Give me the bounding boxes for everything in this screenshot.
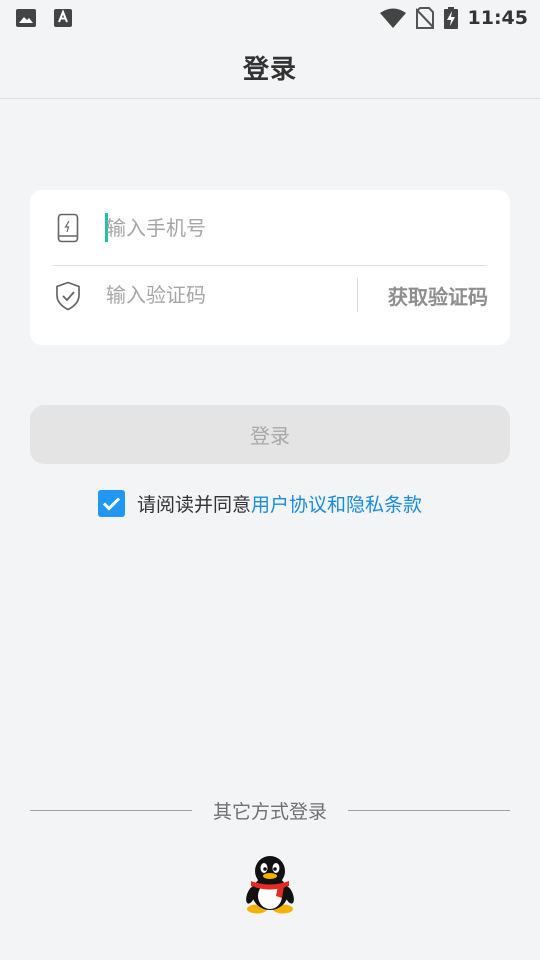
divider-line-right: [348, 810, 510, 811]
agreement-link[interactable]: 用户协议和隐私条款: [251, 490, 422, 517]
shield-check-icon: [54, 280, 82, 312]
get-code-button[interactable]: 获取验证码: [388, 268, 488, 322]
agreement-prefix: 请阅读并同意: [137, 493, 252, 516]
font-app-icon: [54, 9, 72, 27]
qq-login-button[interactable]: [244, 855, 296, 915]
status-time: 11:45: [467, 7, 528, 29]
gallery-icon: [16, 9, 36, 27]
agreement-checkbox[interactable]: [98, 489, 125, 517]
form-divider: [53, 265, 487, 266]
status-bar: 11:45: [0, 0, 540, 36]
no-sim-icon: [415, 7, 434, 29]
code-input[interactable]: [106, 275, 346, 315]
other-login-divider: 其它方式登录: [30, 797, 510, 825]
phone-row: [30, 190, 510, 266]
page-title: 登录: [242, 54, 297, 85]
check-icon: [102, 496, 121, 511]
code-separator: [357, 278, 358, 312]
login-form-card: 获取验证码: [30, 190, 510, 345]
phone-icon: [54, 212, 82, 244]
code-row: 获取验证码: [30, 268, 510, 344]
qq-icon: [246, 856, 294, 914]
battery-charging-icon: [443, 7, 458, 29]
title-bar: 登录: [0, 36, 540, 99]
login-button[interactable]: 登录: [30, 405, 510, 464]
phone-input[interactable]: [106, 208, 346, 248]
agreement-row: 请阅读并同意 用户协议和隐私条款: [98, 489, 422, 517]
wifi-icon: [379, 8, 406, 28]
